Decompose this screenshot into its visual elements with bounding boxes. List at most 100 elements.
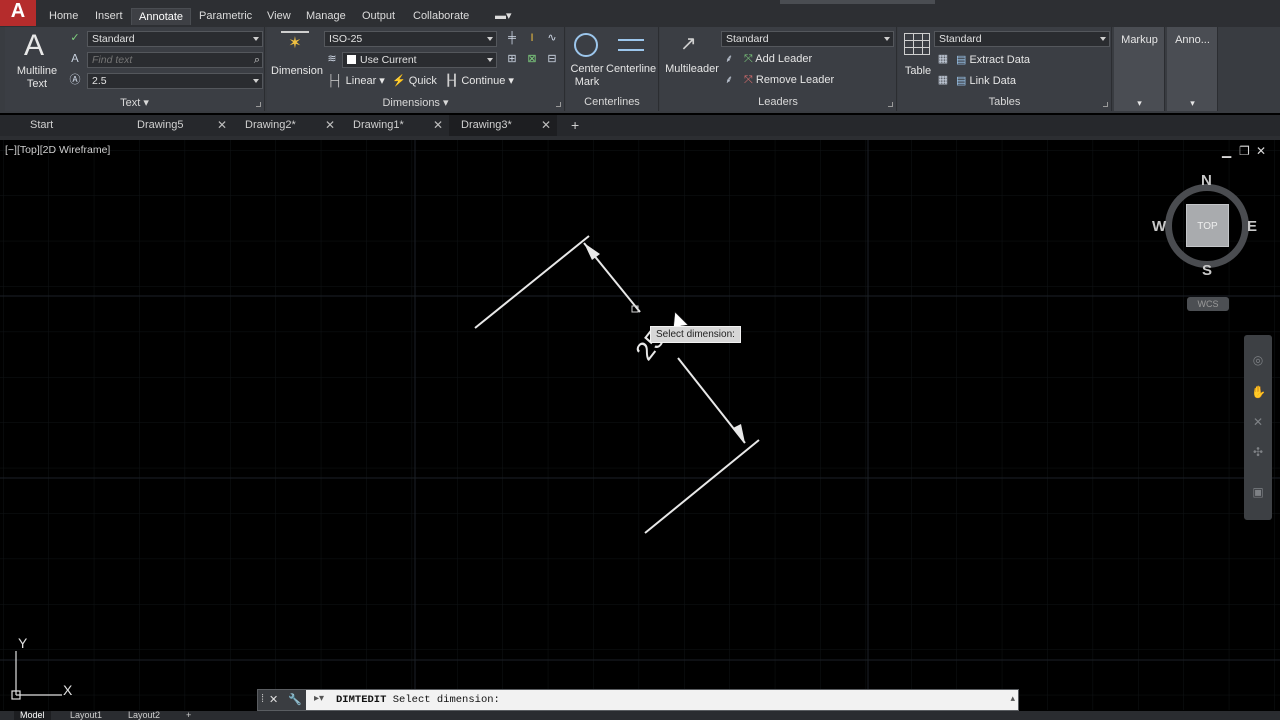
command-prompt: Select dimension:	[392, 694, 500, 706]
wrench-icon[interactable]: 🔧	[288, 693, 302, 706]
table-button[interactable]: Table	[900, 31, 934, 79]
search-icon[interactable]: ⌕	[254, 53, 260, 67]
dim-update-icon[interactable]: ⊟	[545, 52, 559, 66]
viewcube-top-face[interactable]: TOP	[1186, 204, 1229, 247]
multileader-button[interactable]: ↗ Multileader	[662, 31, 720, 79]
table-style-select[interactable]: Standard	[934, 31, 1110, 47]
compass-west[interactable]: W	[1152, 218, 1166, 235]
layout-tab-layout2[interactable]: Layout2	[122, 711, 166, 720]
multiline-text-button[interactable]: A Multiline Text	[11, 29, 61, 91]
tab-view[interactable]: View	[260, 8, 298, 25]
file-tab-start[interactable]: Start	[18, 115, 126, 136]
video-menu-icon[interactable]: ▬▾	[488, 8, 519, 25]
check-spelling-icon[interactable]: ✓	[68, 31, 82, 45]
close-icon[interactable]: ✕	[433, 115, 443, 136]
remove-leader-button[interactable]: ⤧ Remove Leader	[744, 74, 834, 88]
tab-output[interactable]: Output	[355, 8, 402, 25]
viewcube[interactable]: TOP N S E W	[1152, 172, 1257, 284]
dimension-button[interactable]: ✶ Dimension	[269, 29, 323, 81]
command-input[interactable]: DIMTEDIT Select dimension:	[308, 690, 1004, 710]
close-icon[interactable]: ✕	[269, 693, 278, 706]
annotation-panel[interactable]: Anno... ▾	[1167, 27, 1218, 111]
markup-panel[interactable]: Markup ▾	[1114, 27, 1165, 111]
tab-manage[interactable]: Manage	[299, 8, 353, 25]
leader-style-icon[interactable]: ⸙	[722, 52, 736, 66]
center-mark-button[interactable]: Center Mark	[568, 31, 604, 88]
dim-inspect-icon[interactable]: ⊠	[525, 52, 539, 66]
table-link-icon[interactable]: ▦	[936, 52, 950, 66]
file-tab-drawing1[interactable]: Drawing1* ✕	[341, 115, 449, 136]
text-height-select[interactable]: 2.5	[87, 73, 263, 89]
drawing-viewport[interactable]: 25 [−][Top][2D Wireframe] ▁ ❐ ✕ TOP N S …	[0, 140, 1280, 710]
find-text-input[interactable]	[92, 54, 232, 66]
tab-insert[interactable]: Insert	[88, 8, 130, 25]
download-data-icon[interactable]: ▦	[936, 73, 950, 87]
dim-break-icon[interactable]: ∿	[545, 31, 559, 45]
command-line[interactable]: ⁞ ✕ 🔧 ▸▾ DIMTEDIT Select dimension: ▴	[257, 689, 1019, 711]
leader-align-icon[interactable]: ⸙	[722, 73, 736, 87]
text-style-select[interactable]: Standard	[87, 31, 263, 47]
tab-parametric[interactable]: Parametric	[192, 8, 259, 25]
compass-east[interactable]: E	[1247, 218, 1257, 235]
pan-hand-icon[interactable]: ✋	[1251, 385, 1266, 399]
text-style-icon[interactable]: Ａ	[68, 52, 82, 66]
file-tab-drawing3[interactable]: Drawing3* ✕	[449, 115, 557, 136]
dim-adjust-icon[interactable]: ⊞	[505, 52, 519, 66]
orbit-icon[interactable]: ✣	[1251, 445, 1265, 459]
dim-text-icon[interactable]: I	[525, 31, 539, 45]
steering-wheel-icon[interactable]: ◎	[1251, 353, 1265, 367]
file-tab-drawing2[interactable]: Drawing2* ✕	[233, 115, 341, 136]
find-text-field[interactable]: ⌕	[87, 52, 263, 68]
layer-color-swatch	[347, 55, 356, 64]
multiline-label: Multiline	[16, 65, 58, 77]
panel-dialog-launcher-icon[interactable]	[256, 102, 261, 107]
add-leader-button[interactable]: ⤧ Add Leader	[744, 53, 812, 67]
tab-annotate[interactable]: Annotate	[131, 8, 192, 25]
quick-dimension-icon: ⚡	[392, 75, 406, 87]
restore-icon[interactable]: ❐	[1239, 144, 1250, 158]
panel-dialog-launcher-icon[interactable]	[888, 102, 893, 107]
close-icon[interactable]: ✕	[217, 115, 227, 136]
continue-button[interactable]: ┠┨ Continue ▾	[445, 74, 514, 88]
dim-style-select[interactable]: ISO-25	[324, 31, 497, 47]
dim-layer-select[interactable]: Use Current	[342, 52, 497, 68]
dim-style-value: ISO-25	[329, 33, 363, 45]
grip-icon[interactable]: ⁞	[261, 693, 264, 705]
chevron-up-icon[interactable]: ▴	[1010, 693, 1015, 704]
leader-style-select[interactable]: Standard	[721, 31, 894, 47]
close-icon[interactable]: ✕	[1256, 144, 1266, 158]
panel-dialog-launcher-icon[interactable]	[1103, 102, 1108, 107]
extract-data-button[interactable]: ▤ Extract Data	[956, 53, 1030, 67]
link-data-label: Link Data	[969, 75, 1016, 87]
layout-tab-layout1[interactable]: Layout1	[64, 711, 108, 720]
search-field[interactable]	[780, 0, 935, 4]
compass-south[interactable]: S	[1202, 262, 1212, 279]
compass-north[interactable]: N	[1201, 172, 1212, 189]
showmotion-icon[interactable]: ▣	[1251, 485, 1265, 499]
file-tab-drawing5[interactable]: Drawing5 ✕	[125, 115, 233, 136]
dim-space-icon[interactable]: ╪	[505, 31, 519, 45]
text-height-icon[interactable]: Ⓐ	[68, 73, 82, 87]
dimensions-panel-title[interactable]: Dimensions ▾	[267, 96, 564, 110]
panel-dialog-launcher-icon[interactable]	[556, 102, 561, 107]
add-layout-plus-icon[interactable]: +	[180, 711, 197, 720]
minimize-icon[interactable]: ▁	[1222, 144, 1231, 158]
viewport-controls-label[interactable]: [−][Top][2D Wireframe]	[5, 144, 110, 156]
zoom-icon[interactable]: ✕	[1251, 415, 1265, 429]
application-menu-button[interactable]: A	[0, 0, 36, 26]
centerline-button[interactable]: Centerline	[606, 31, 656, 76]
new-tab-plus-icon[interactable]: +	[559, 115, 589, 136]
ucs-icon: Y X	[11, 637, 73, 700]
ucs-y-label: Y	[18, 637, 28, 651]
link-data-button[interactable]: ▤ Link Data	[956, 74, 1016, 88]
close-icon[interactable]: ✕	[325, 115, 335, 136]
close-icon[interactable]: ✕	[541, 115, 551, 136]
text-panel-title[interactable]: Text ▾	[5, 96, 264, 110]
quick-button[interactable]: ⚡ Quick	[392, 74, 437, 88]
layout-tab-model[interactable]: Model	[14, 711, 51, 720]
tab-collaborate[interactable]: Collaborate	[406, 8, 476, 25]
wcs-menu[interactable]: WCS	[1187, 297, 1229, 311]
linear-button[interactable]: ├┤ Linear ▾	[327, 74, 385, 88]
tab-home[interactable]: Home	[42, 8, 85, 25]
add-leader-label: Add Leader	[755, 53, 813, 65]
